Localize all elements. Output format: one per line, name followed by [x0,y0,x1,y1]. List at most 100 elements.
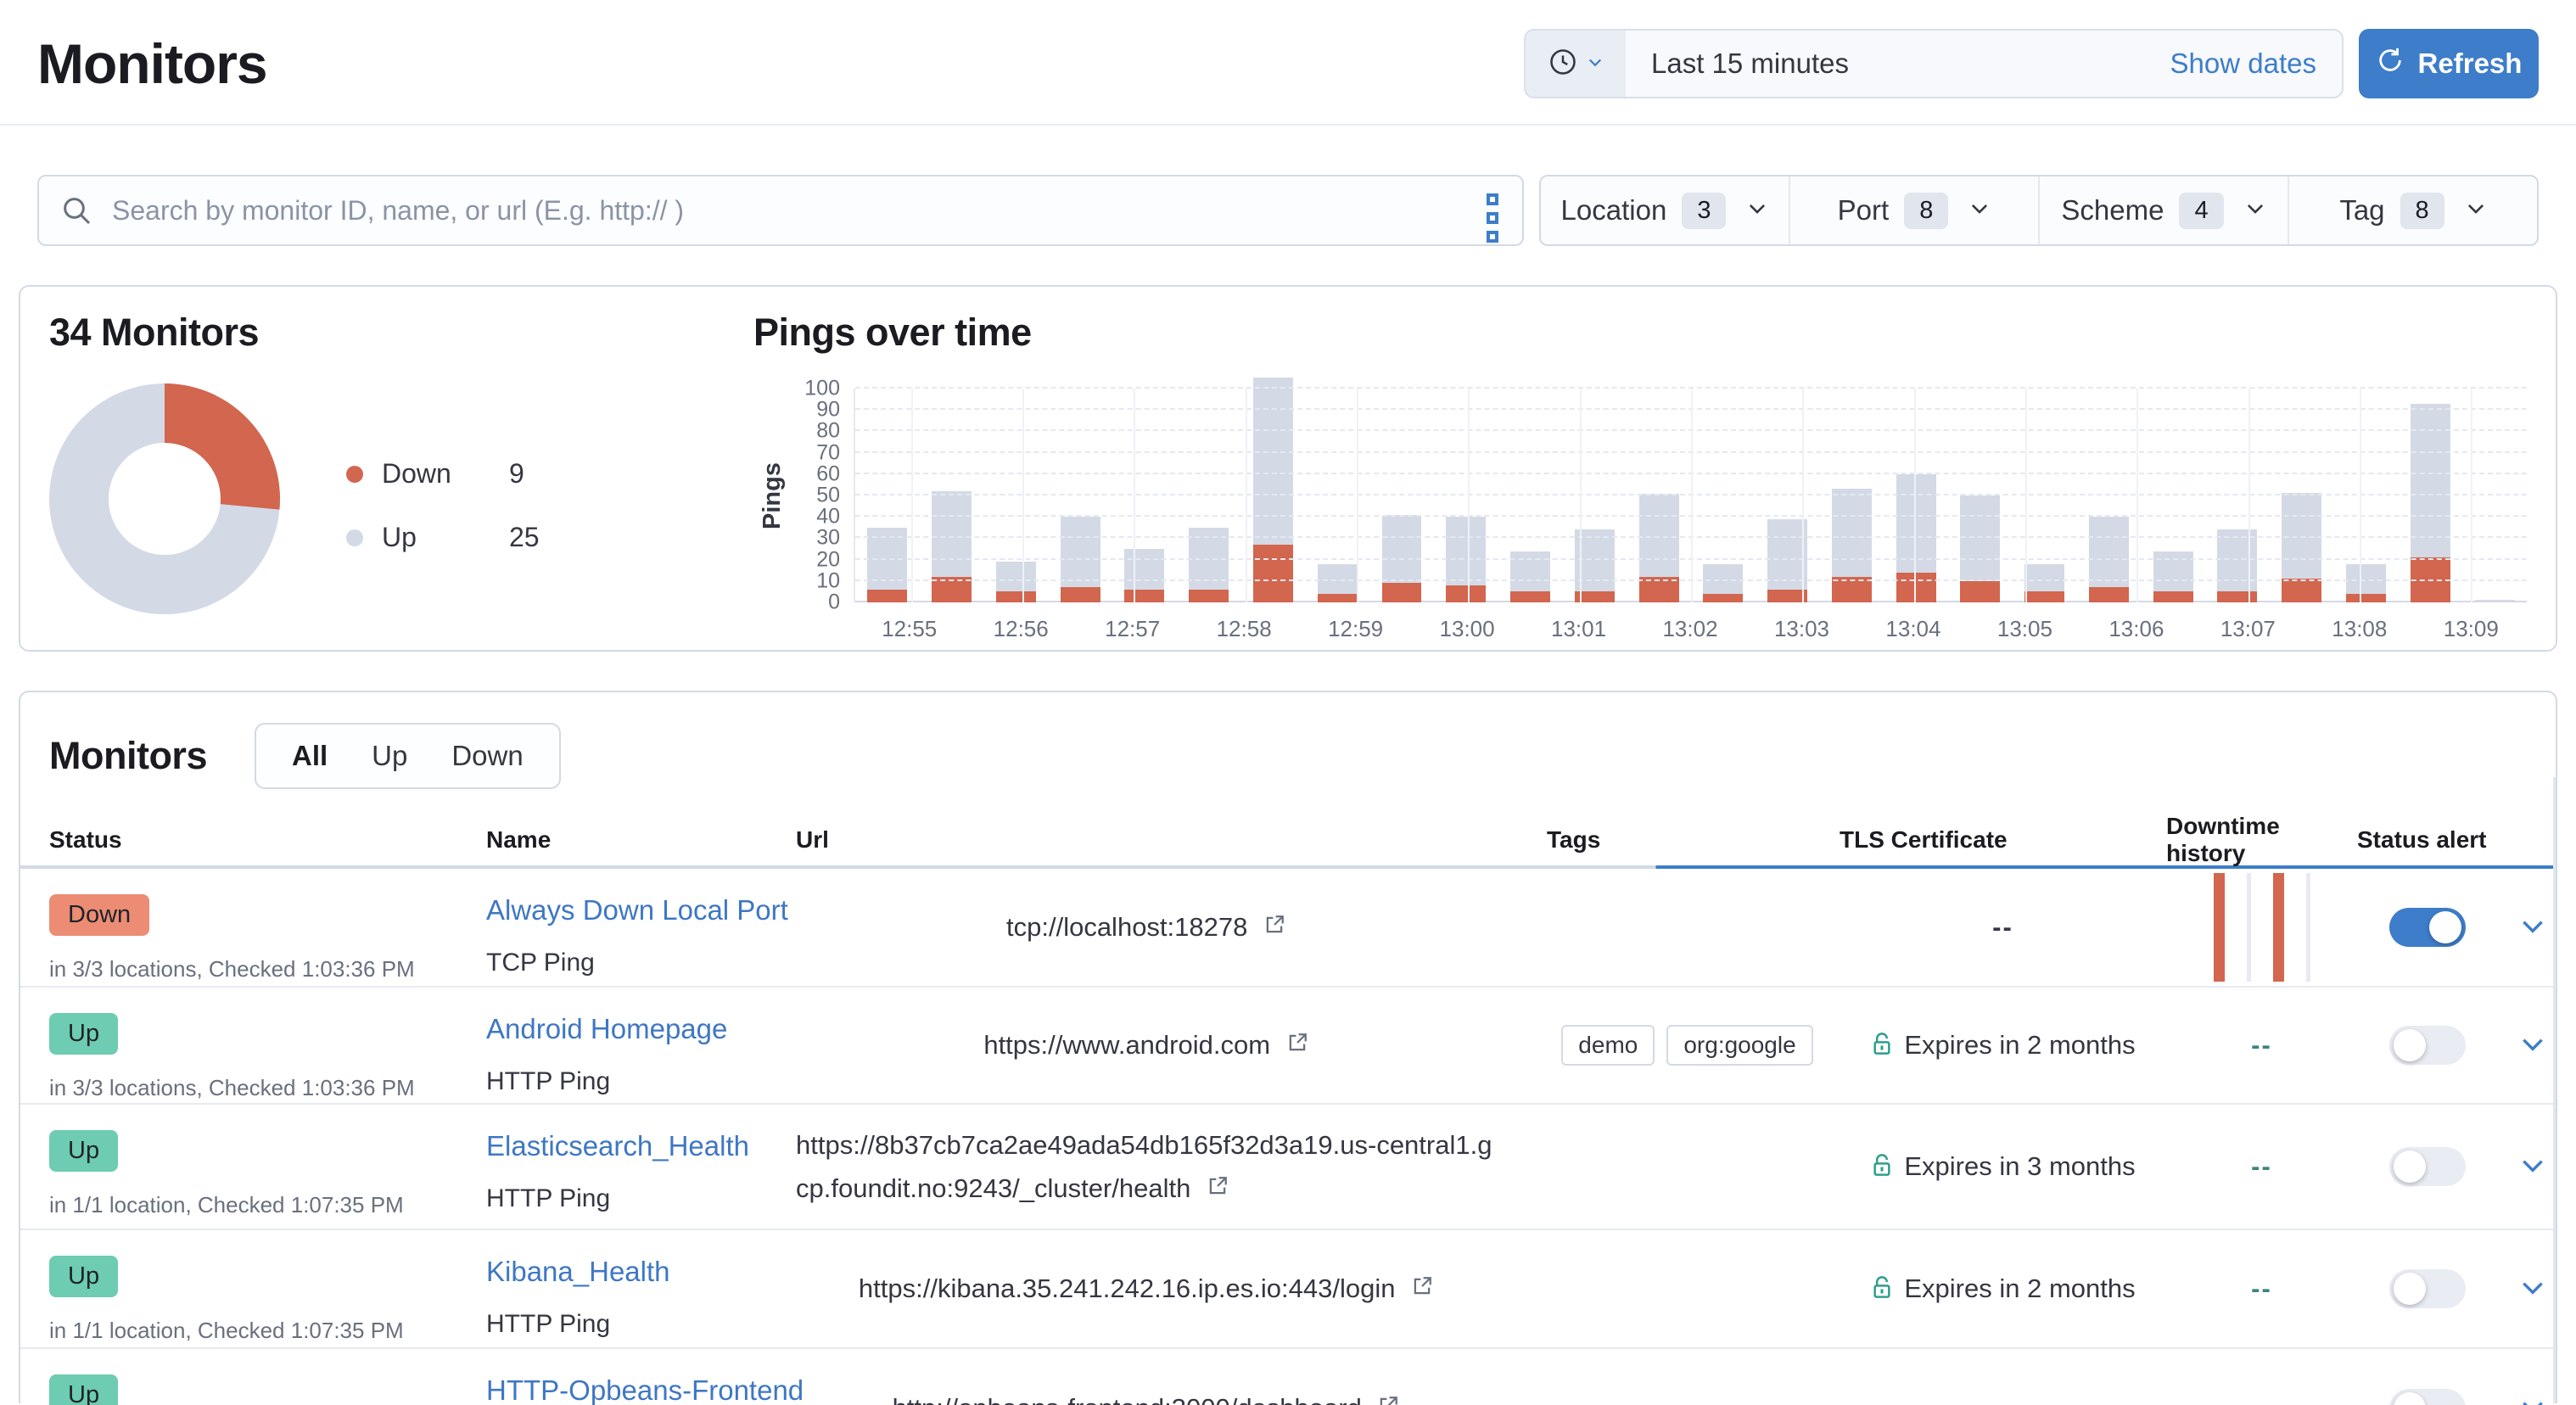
chevron-down-icon [2465,198,2487,224]
quick-select-button[interactable] [1526,31,1626,97]
ping-bar [1756,519,1820,602]
tab-all[interactable]: All [270,740,350,772]
monitor-url-link[interactable]: tcp://localhost:18278 [1006,905,1336,949]
bar-up-segment [1124,549,1164,590]
v-gridline [1134,389,1135,602]
y-tick: 0 [828,591,840,615]
downtime-empty: -- [2251,1273,2272,1304]
status-alert-toggle[interactable] [2389,1026,2466,1065]
scrollbar-track[interactable] [2553,777,2556,1403]
status-cell: Up in 1/1 location, Checked 1:07:35 PM [49,1105,486,1229]
bar-down-segment [1189,590,1229,602]
status-alert-cell [2357,1105,2497,1229]
monitor-name-link[interactable]: Always Down Local Port [486,894,788,926]
refresh-button[interactable]: Refresh [2359,29,2539,98]
filter-label: Location [1561,194,1667,227]
v-gridline [911,389,913,602]
legend-item-down: Down 9 [346,458,540,490]
v-gridline [1914,389,1916,602]
expand-cell [2497,869,2568,986]
expand-cell [2497,1230,2568,1347]
tls-cell: Expires in 2 months [1840,988,2166,1103]
bar-down-segment [1960,581,2000,602]
ping-bar [1819,489,1884,602]
ping-bar [2398,404,2462,602]
filter-location[interactable]: Location 3 [1541,176,1790,244]
y-tick: 40 [816,505,840,529]
pings-chart: Pings 0102030405060708090100 [753,389,2527,602]
y-tick: 90 [816,398,840,423]
bar-up-segment [2217,529,2257,591]
time-range-value[interactable]: Last 15 minutes [1626,48,2170,80]
name-cell: Android Homepage HTTP Ping [486,988,796,1103]
clock-icon [1548,47,1578,81]
expand-row-chevron[interactable] [2512,1267,2554,1312]
tls-cell: -- [1840,1349,2166,1405]
kebab-menu-icon[interactable] [1481,188,1504,248]
monitor-url-link[interactable]: https://kibana.35.241.242.16.ip.es.io:44… [859,1267,1484,1310]
status-alert-toggle[interactable] [2389,908,2466,947]
v-gridline [2471,389,2472,602]
downtime-cell: -- [2166,1230,2357,1347]
status-cell: Up in 3/3 locations, Checked 1:07:38 PM [49,1349,486,1405]
v-gridline [1691,389,1693,602]
filter-tag[interactable]: Tag 8 [2289,176,2537,244]
date-picker: Last 15 minutes Show dates [1524,29,2344,98]
page-header: Monitors Last 15 minutes Show dates [0,0,2576,126]
tls-empty: -- [1992,912,2013,943]
tags-cell [1547,1349,1840,1405]
filter-scheme[interactable]: Scheme 4 [2040,176,2289,244]
external-link-icon [1286,1023,1308,1066]
y-tick: 70 [816,440,840,465]
search-filter-row: Location 3 Port 8 Scheme 4 Tag 8 [37,175,2539,246]
bar-down-segment [1703,594,1743,602]
filter-port[interactable]: Port 8 [1790,176,2040,244]
ping-bar [920,491,984,602]
search-input[interactable] [37,175,1524,246]
status-donut-chart [49,383,280,614]
monitor-url-link[interactable]: https://8b37cb7ca2ae49ada54db165f32d3a19… [796,1123,1547,1210]
bar-down-segment [2024,591,2064,602]
show-dates-button[interactable]: Show dates [2170,48,2342,80]
status-alert-toggle[interactable] [2389,1269,2466,1308]
expand-row-chevron[interactable] [2512,1023,2554,1068]
bar-down-segment [1318,594,1358,602]
ping-bar [1434,517,1498,602]
status-alert-toggle[interactable] [2389,1147,2466,1186]
column-header-tags: Tags [1547,826,1840,854]
expand-row-chevron[interactable] [2512,905,2554,950]
expand-row-chevron[interactable] [2512,1145,2554,1189]
tags-cell [1547,1105,1840,1229]
monitor-url-link[interactable]: http://opbeans-frontend:3000/dashboard [893,1386,1451,1405]
external-link-icon [1377,1386,1399,1405]
toggle-knob [2394,1029,2426,1061]
monitor-name-link[interactable]: Elasticsearch_Health [486,1130,749,1162]
legend-label: Down [382,458,509,490]
monitor-name-link[interactable]: Kibana_Health [486,1256,670,1288]
status-detail: in 3/3 locations, Checked 1:03:36 PM [49,956,486,982]
status-alert-toggle[interactable] [2389,1389,2466,1405]
ping-bar [1241,378,1306,602]
bar-down-segment [2346,594,2386,602]
v-gridline [1022,389,1024,602]
bar-down-segment [1767,590,1807,602]
monitor-name-link[interactable]: Android Homepage [486,1013,727,1045]
ping-bar [2013,564,2077,602]
toggle-knob [2429,911,2461,943]
tag-chip[interactable]: org:google [1666,1025,1812,1066]
tag-chip[interactable]: demo [1561,1025,1655,1066]
expand-row-chevron[interactable] [2512,1386,2554,1405]
monitor-name-link[interactable]: HTTP-Opbeans-Frontend [486,1374,804,1405]
column-header-status-alert: Status alert [2357,826,2497,854]
table-body: Down in 3/3 locations, Checked 1:03:36 P… [20,869,2556,1405]
bar-up-segment [1960,495,2000,581]
bar-down-segment [1896,573,1936,602]
x-tick: 12:56 [965,616,1076,642]
downtime-cell [2166,869,2357,986]
downtime-cell: -- [2166,1349,2357,1405]
monitor-url-link[interactable]: https://www.android.com [983,1023,1358,1066]
x-tick: 13:05 [1969,616,2080,642]
tab-down[interactable]: Down [429,740,545,772]
tab-up[interactable]: Up [350,740,429,772]
x-tick: 13:02 [1634,616,1745,642]
